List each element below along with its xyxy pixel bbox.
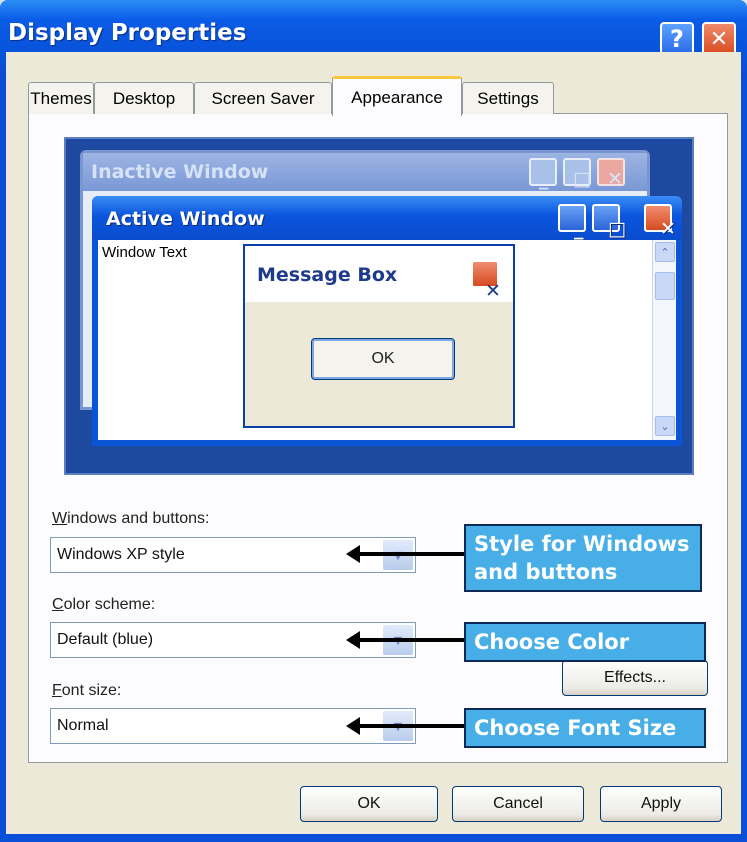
inactive-window-title: Inactive Window: [91, 161, 269, 183]
message-box-title: Message Box: [257, 264, 398, 286]
font-size-label: Font size:: [52, 682, 122, 699]
message-box-close-icon: ✕: [471, 260, 501, 302]
active-minimize-icon: _: [558, 204, 586, 240]
apply-button[interactable]: Apply: [600, 786, 722, 822]
ok-button[interactable]: OK: [300, 786, 438, 822]
message-box-title-bar: Message Box ✕: [245, 246, 513, 302]
close-icon: ✕: [709, 26, 729, 52]
cancel-button[interactable]: Cancel: [452, 786, 584, 822]
help-icon: ?: [670, 25, 684, 53]
tab-desktop[interactable]: Desktop: [94, 82, 194, 114]
inactive-maximize-icon: □: [563, 158, 591, 190]
tab-screen-saver[interactable]: Screen Saver: [194, 82, 332, 114]
effects-button[interactable]: Effects...: [562, 660, 708, 696]
windows-buttons-label: Windows and buttons:: [52, 510, 210, 527]
tab-themes[interactable]: Themes: [28, 82, 94, 114]
color-scheme-label: Color scheme:: [52, 596, 156, 613]
callout-color: Choose Color: [464, 622, 706, 662]
active-maximize-icon: □: [592, 204, 626, 240]
window-text: Window Text: [102, 244, 187, 261]
callout-font-size: Choose Font Size: [464, 708, 706, 748]
font-size-value: Normal: [57, 717, 109, 734]
callout-windows-buttons: Style for Windows and buttons: [464, 524, 702, 592]
active-window-title: Active Window: [106, 208, 265, 230]
inactive-close-icon: ✕: [597, 158, 625, 190]
window-title: Display Properties: [8, 20, 247, 46]
help-button[interactable]: ?: [660, 22, 694, 56]
windows-buttons-value: Windows XP style: [57, 546, 185, 563]
preview-scrollbar: ⌃ ⌄: [652, 240, 676, 440]
message-box-ok-button: OK: [311, 338, 455, 380]
tab-settings[interactable]: Settings: [462, 82, 554, 114]
close-button[interactable]: ✕: [702, 22, 736, 56]
scroll-down-icon: ⌄: [655, 416, 675, 436]
message-box-preview: Message Box ✕ OK: [243, 244, 515, 428]
callout-arrow-windows-buttons: [346, 545, 466, 563]
callout-arrow-font-size: [346, 717, 466, 735]
callout-arrow-color: [346, 631, 466, 649]
scroll-up-icon: ⌃: [655, 242, 675, 262]
inactive-window-title-bar: Inactive Window _ □ ✕: [83, 153, 647, 191]
active-window-title-bar: Active Window _ □ ✕: [92, 196, 682, 240]
active-close-icon: ✕: [644, 204, 676, 240]
scroll-thumb: [655, 272, 675, 300]
tab-appearance[interactable]: Appearance: [332, 76, 462, 116]
inactive-minimize-icon: _: [529, 158, 557, 190]
color-scheme-value: Default (blue): [57, 631, 154, 648]
